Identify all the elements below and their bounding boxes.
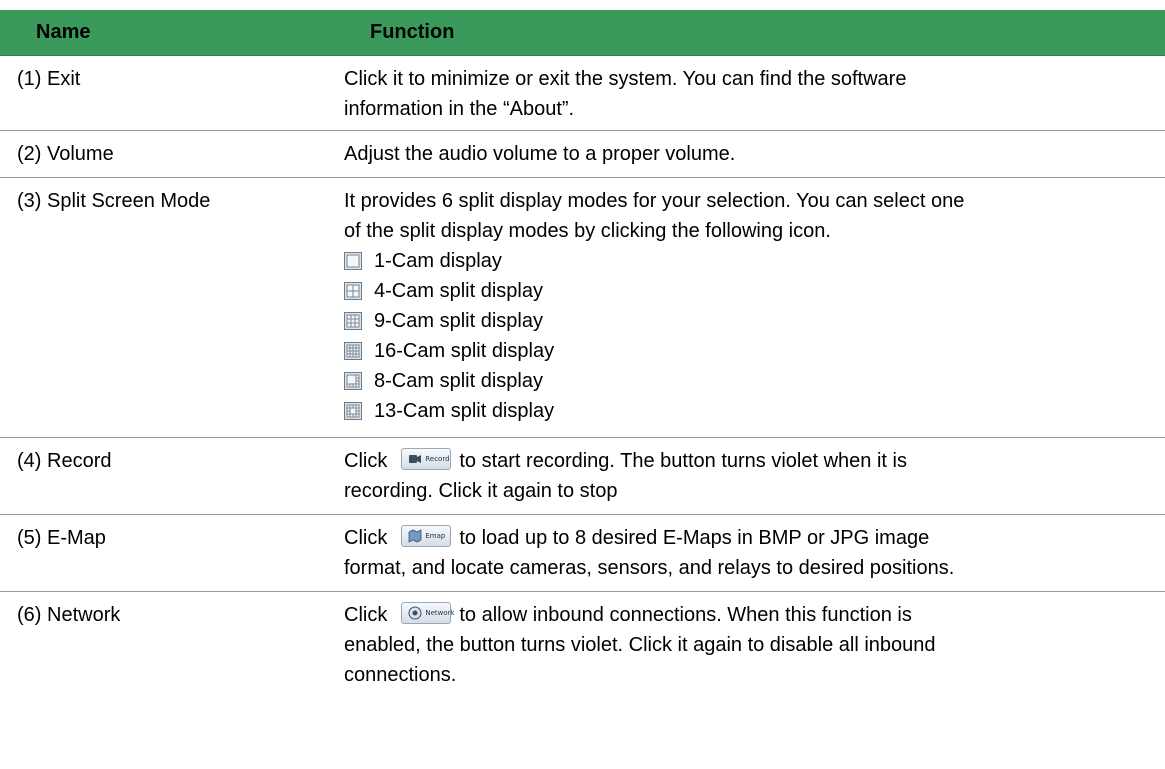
mode-label: 13-Cam split display — [374, 400, 555, 422]
row-function: Click Network to allow inbound connections… — [344, 600, 1165, 690]
row-name: (1) Exit — [17, 68, 81, 90]
network-icon — [408, 606, 422, 620]
header-function: Function — [370, 21, 455, 43]
function-text: Click Emap to load up to 8 desired E-Maps … — [344, 523, 1165, 553]
row-name: (5) E-Map — [17, 527, 106, 549]
table-row: (4) Record Click Record to start recording… — [0, 438, 1165, 515]
13-cam-icon[interactable] — [344, 402, 362, 420]
function-text: information in the “About”. — [344, 98, 575, 120]
table-header: Name Function — [0, 10, 1165, 56]
row-function: Click Emap to load up to 8 desired E-Maps … — [344, 523, 1165, 583]
map-icon — [408, 529, 422, 543]
row-name: (2) Volume — [17, 143, 114, 165]
split-mode-8cam: 8-Cam split display — [344, 366, 1165, 396]
function-text: enabled, the button turns violet. Click … — [344, 634, 936, 656]
click-word: Click — [344, 604, 388, 626]
1-cam-icon[interactable] — [344, 252, 362, 270]
mode-label: 16-Cam split display — [374, 340, 555, 362]
table-row: (6) Network Click Network to allow inbound… — [0, 592, 1165, 704]
function-text: recording. Click it again to stop — [344, 480, 618, 502]
network-button[interactable]: Network — [401, 602, 455, 624]
split-mode-13cam: 13-Cam split display — [344, 396, 1165, 426]
mode-label: 8-Cam split display — [374, 370, 543, 392]
table-row: (3) Split Screen Mode It provides 6 spli… — [0, 178, 1165, 438]
row-name: (3) Split Screen Mode — [17, 190, 211, 212]
row-function: It provides 6 split display modes for yo… — [344, 186, 1165, 426]
record-icon — [409, 455, 422, 463]
table-row: (1) Exit Click it to minimize or exit th… — [0, 56, 1165, 131]
row-function: Click it to minimize or exit the system.… — [344, 64, 1165, 124]
function-text-rest: to start recording. The button turns vio… — [459, 450, 907, 472]
function-text: of the split display modes by clicking t… — [344, 220, 831, 242]
4-cam-icon[interactable] — [344, 282, 362, 300]
emap-button[interactable]: Emap — [401, 525, 452, 547]
table-row: (5) E-Map Click Emap to load up to 8 desir… — [0, 515, 1165, 592]
header-name: Name — [36, 21, 91, 43]
8-cam-icon[interactable] — [344, 372, 362, 390]
click-word: Click — [344, 450, 388, 472]
split-mode-4cam: 4-Cam split display — [344, 276, 1165, 306]
record-button[interactable]: Record — [401, 448, 452, 470]
9-cam-icon[interactable] — [344, 312, 362, 330]
row-function: Adjust the audio volume to a proper volu… — [344, 139, 1165, 169]
split-mode-1cam: 1-Cam display — [344, 246, 1165, 276]
table-row: (2) Volume Adjust the audio volume to a … — [0, 131, 1165, 178]
row-name: (6) Network — [17, 604, 121, 626]
emap-button-label: Emap — [425, 532, 446, 540]
function-text-rest: to allow inbound connections. When this … — [459, 604, 912, 626]
row-name: (4) Record — [17, 450, 112, 472]
row-function: Click Record to start recording. The butto… — [344, 446, 1165, 506]
function-table: Name Function (1) Exit Click it to minim… — [0, 10, 1165, 704]
function-text: Click Network to allow inbound connections… — [344, 600, 1165, 630]
function-text: Adjust the audio volume to a proper volu… — [344, 143, 736, 165]
click-word: Click — [344, 527, 388, 549]
function-text: It provides 6 split display modes for yo… — [344, 190, 965, 212]
mode-label: 9-Cam split display — [374, 310, 543, 332]
function-text: connections. — [344, 664, 457, 686]
record-button-label: Record — [425, 455, 450, 463]
function-text: format, and locate cameras, sensors, and… — [344, 557, 955, 579]
split-mode-9cam: 9-Cam split display — [344, 306, 1165, 336]
16-cam-icon[interactable] — [344, 342, 362, 360]
network-button-label: Network — [425, 609, 455, 617]
mode-label: 1-Cam display — [374, 250, 502, 272]
split-mode-16cam: 16-Cam split display — [344, 336, 1165, 366]
function-text-rest: to load up to 8 desired E-Maps in BMP or… — [459, 527, 930, 549]
function-text: Click Record to start recording. The butto… — [344, 446, 1165, 476]
function-text: Click it to minimize or exit the system.… — [344, 68, 907, 90]
mode-label: 4-Cam split display — [374, 280, 543, 302]
